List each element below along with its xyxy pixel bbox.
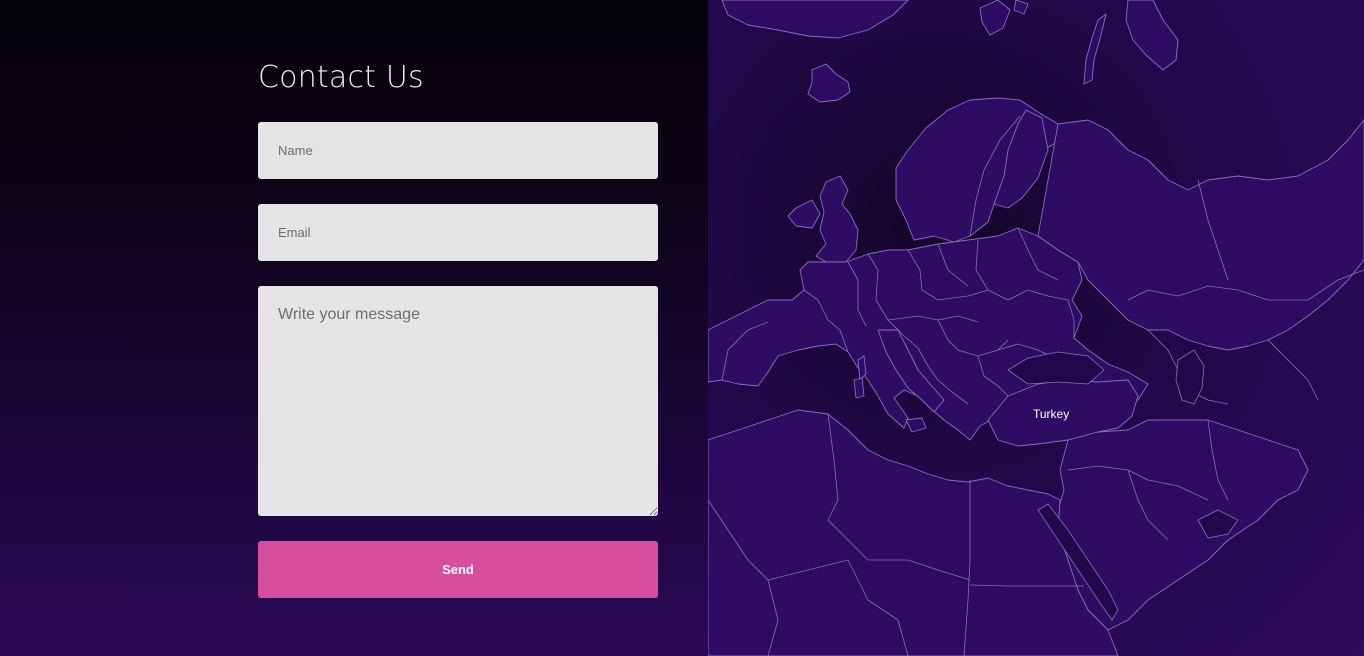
island-shape: [1125, 0, 1179, 71]
contact-page: Contact Us Send: [0, 0, 1364, 656]
name-field[interactable]: [258, 122, 658, 179]
europe-map[interactable]: Turkey: [708, 0, 1364, 656]
ireland-shape: [787, 199, 821, 229]
email-field[interactable]: [258, 204, 658, 261]
country-border: [1267, 339, 1319, 401]
middle-east-shape: [1047, 419, 1309, 631]
island-shape: [979, 0, 1011, 36]
page-title: Contact Us: [258, 60, 424, 95]
island-shape: [1013, 0, 1029, 15]
message-field[interactable]: [258, 286, 658, 516]
uk-shape: [815, 175, 859, 263]
island-shape: [853, 377, 865, 399]
turkey-label: Turkey: [1033, 407, 1069, 421]
contact-form: Contact Us Send: [258, 58, 658, 598]
map-svg: Turkey: [708, 0, 1364, 656]
russia-shape: [1037, 119, 1364, 351]
iceland-shape: [807, 63, 851, 103]
island-shape: [1083, 13, 1107, 85]
send-button[interactable]: Send: [258, 541, 658, 598]
island-shape: [905, 417, 927, 433]
greenland-shape: [721, 0, 909, 39]
